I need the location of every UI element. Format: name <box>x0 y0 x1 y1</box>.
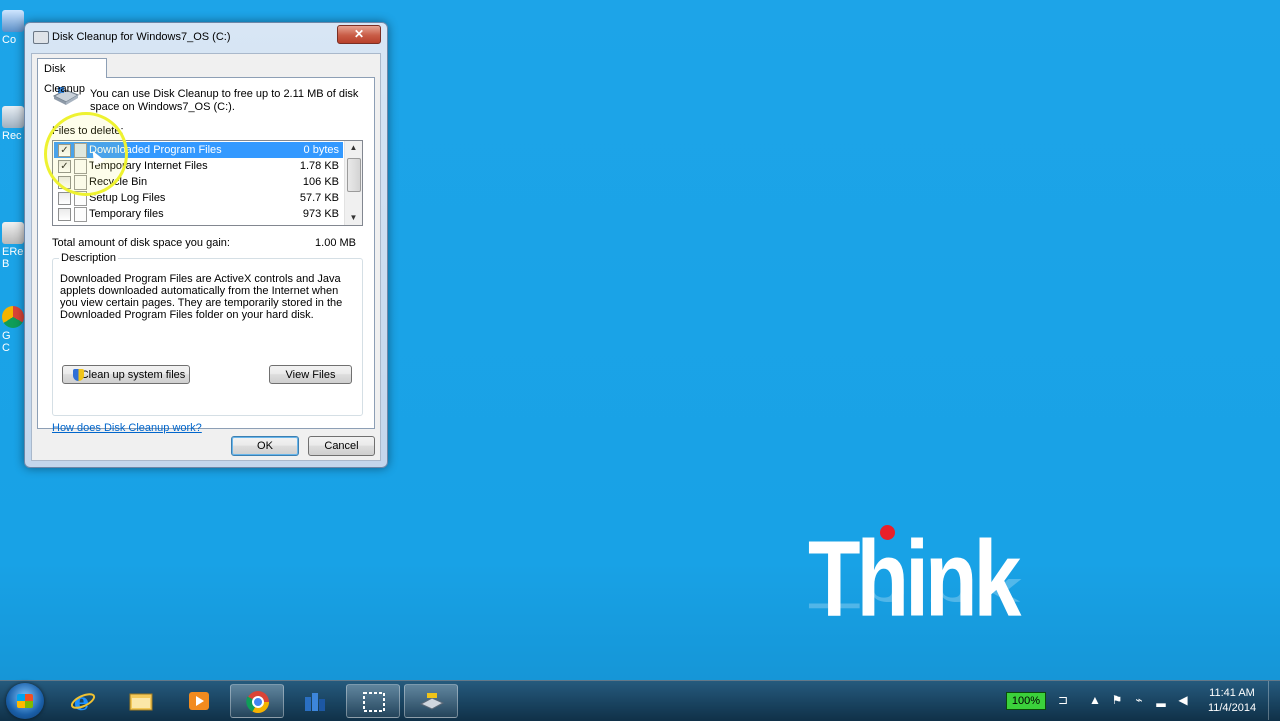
app-icon <box>305 693 325 711</box>
power-manager-icon[interactable]: ⊐ <box>1056 693 1070 707</box>
svg-text:e: e <box>74 689 89 713</box>
computer-icon <box>2 10 24 32</box>
taskbar-app[interactable] <box>288 684 342 718</box>
description-text: Downloaded Program Files are ActiveX con… <box>60 273 343 321</box>
cursor-highlight-ring <box>44 112 128 196</box>
ok-button[interactable]: OK <box>231 436 299 456</box>
cancel-button[interactable]: Cancel <box>308 436 375 456</box>
file-size: 973 KB <box>302 208 339 220</box>
think-logo-reflection: Think <box>808 569 1018 618</box>
file-checkbox[interactable] <box>58 208 71 221</box>
scroll-thumb[interactable] <box>347 158 361 192</box>
file-icon <box>74 207 87 222</box>
description-group: Description Downloaded Program Files are… <box>52 252 363 416</box>
intro-text: You can use Disk Cleanup to free up to 2… <box>90 88 359 113</box>
chrome-icon <box>246 691 269 713</box>
total-space-value: 1.00 MB <box>315 237 356 249</box>
media-player-icon <box>189 692 209 710</box>
lock-icon <box>2 222 24 244</box>
desktop-icon-label: Rec <box>2 130 22 142</box>
show-desktop-button[interactable] <box>1268 681 1280 720</box>
desktop-icon-label: G C <box>2 330 11 354</box>
desktop-icon-label: Co <box>2 34 17 46</box>
help-link[interactable]: How does Disk Cleanup work? <box>52 422 202 434</box>
taskbar-chrome[interactable] <box>230 684 284 718</box>
clean-up-system-files-button[interactable]: Clean up system files <box>62 365 190 384</box>
start-button[interactable] <box>6 683 44 719</box>
file-name: Temporary files <box>89 208 164 220</box>
file-size: 0 bytes <box>303 144 339 156</box>
power-plug-icon[interactable]: ⌁ <box>1132 693 1146 707</box>
list-scrollbar[interactable]: ▲ ▼ <box>344 141 362 225</box>
desktop-icon-label: ERe B <box>2 246 24 270</box>
scroll-up-arrow-icon[interactable]: ▲ <box>345 141 362 155</box>
scroll-down-arrow-icon[interactable]: ▼ <box>345 211 362 225</box>
battery-indicator[interactable]: 100% <box>1006 692 1046 710</box>
total-space-label: Total amount of disk space you gain: <box>52 237 230 249</box>
show-hidden-icons-icon[interactable]: ▲ <box>1088 693 1102 707</box>
file-size: 106 KB <box>302 176 339 188</box>
snipping-tool-icon <box>363 692 385 712</box>
file-size: 57.7 KB <box>299 192 339 204</box>
file-explorer-icon <box>129 693 153 711</box>
action-center-flag-icon[interactable]: ⚑ <box>1110 693 1124 707</box>
taskbar-internet-explorer[interactable]: e <box>56 684 110 718</box>
taskbar-file-explorer[interactable] <box>114 684 168 718</box>
clock-time: 11:41 AM <box>1209 687 1255 699</box>
title-bar[interactable]: Disk Cleanup for Windows7_OS (C:) ✕ <box>25 23 387 49</box>
chrome-icon <box>2 306 24 328</box>
think-logo-dot <box>880 525 895 540</box>
clock-date: 11/4/2014 <box>1207 702 1257 714</box>
tab-disk-cleanup[interactable]: Disk Cleanup <box>37 58 107 95</box>
windows-logo-icon <box>17 694 33 708</box>
disk-cleanup-icon <box>419 693 445 710</box>
internet-explorer-icon: e <box>70 689 96 713</box>
close-button[interactable]: ✕ <box>337 25 381 44</box>
disk-cleanup-dialog: Disk Cleanup for Windows7_OS (C:) ✕ Disk… <box>24 22 388 468</box>
clean-up-system-files-label: Clean up system files <box>80 369 186 381</box>
window-title: Disk Cleanup for Windows7_OS (C:) <box>52 31 231 43</box>
uac-shield-icon <box>73 369 84 381</box>
taskbar-snipping-tool[interactable] <box>346 684 400 718</box>
description-title: Description <box>59 252 119 264</box>
recycle-bin-icon <box>2 106 24 128</box>
volume-icon[interactable]: ◀ <box>1176 693 1190 707</box>
view-files-button[interactable]: View Files <box>269 365 352 384</box>
file-size: 1.78 KB <box>299 160 339 172</box>
wireless-signal-icon[interactable]: ▂ <box>1154 693 1168 707</box>
think-logo: Think Think <box>808 518 1021 658</box>
list-item[interactable]: Temporary files 973 KB <box>54 206 343 222</box>
file-checkbox[interactable] <box>58 192 71 205</box>
taskbar-media-player[interactable] <box>172 684 226 718</box>
system-clock[interactable]: 11:41 AM 11/4/2014 <box>1202 686 1262 716</box>
disk-cleanup-icon <box>33 31 49 44</box>
taskbar-disk-cleanup[interactable] <box>404 684 458 718</box>
